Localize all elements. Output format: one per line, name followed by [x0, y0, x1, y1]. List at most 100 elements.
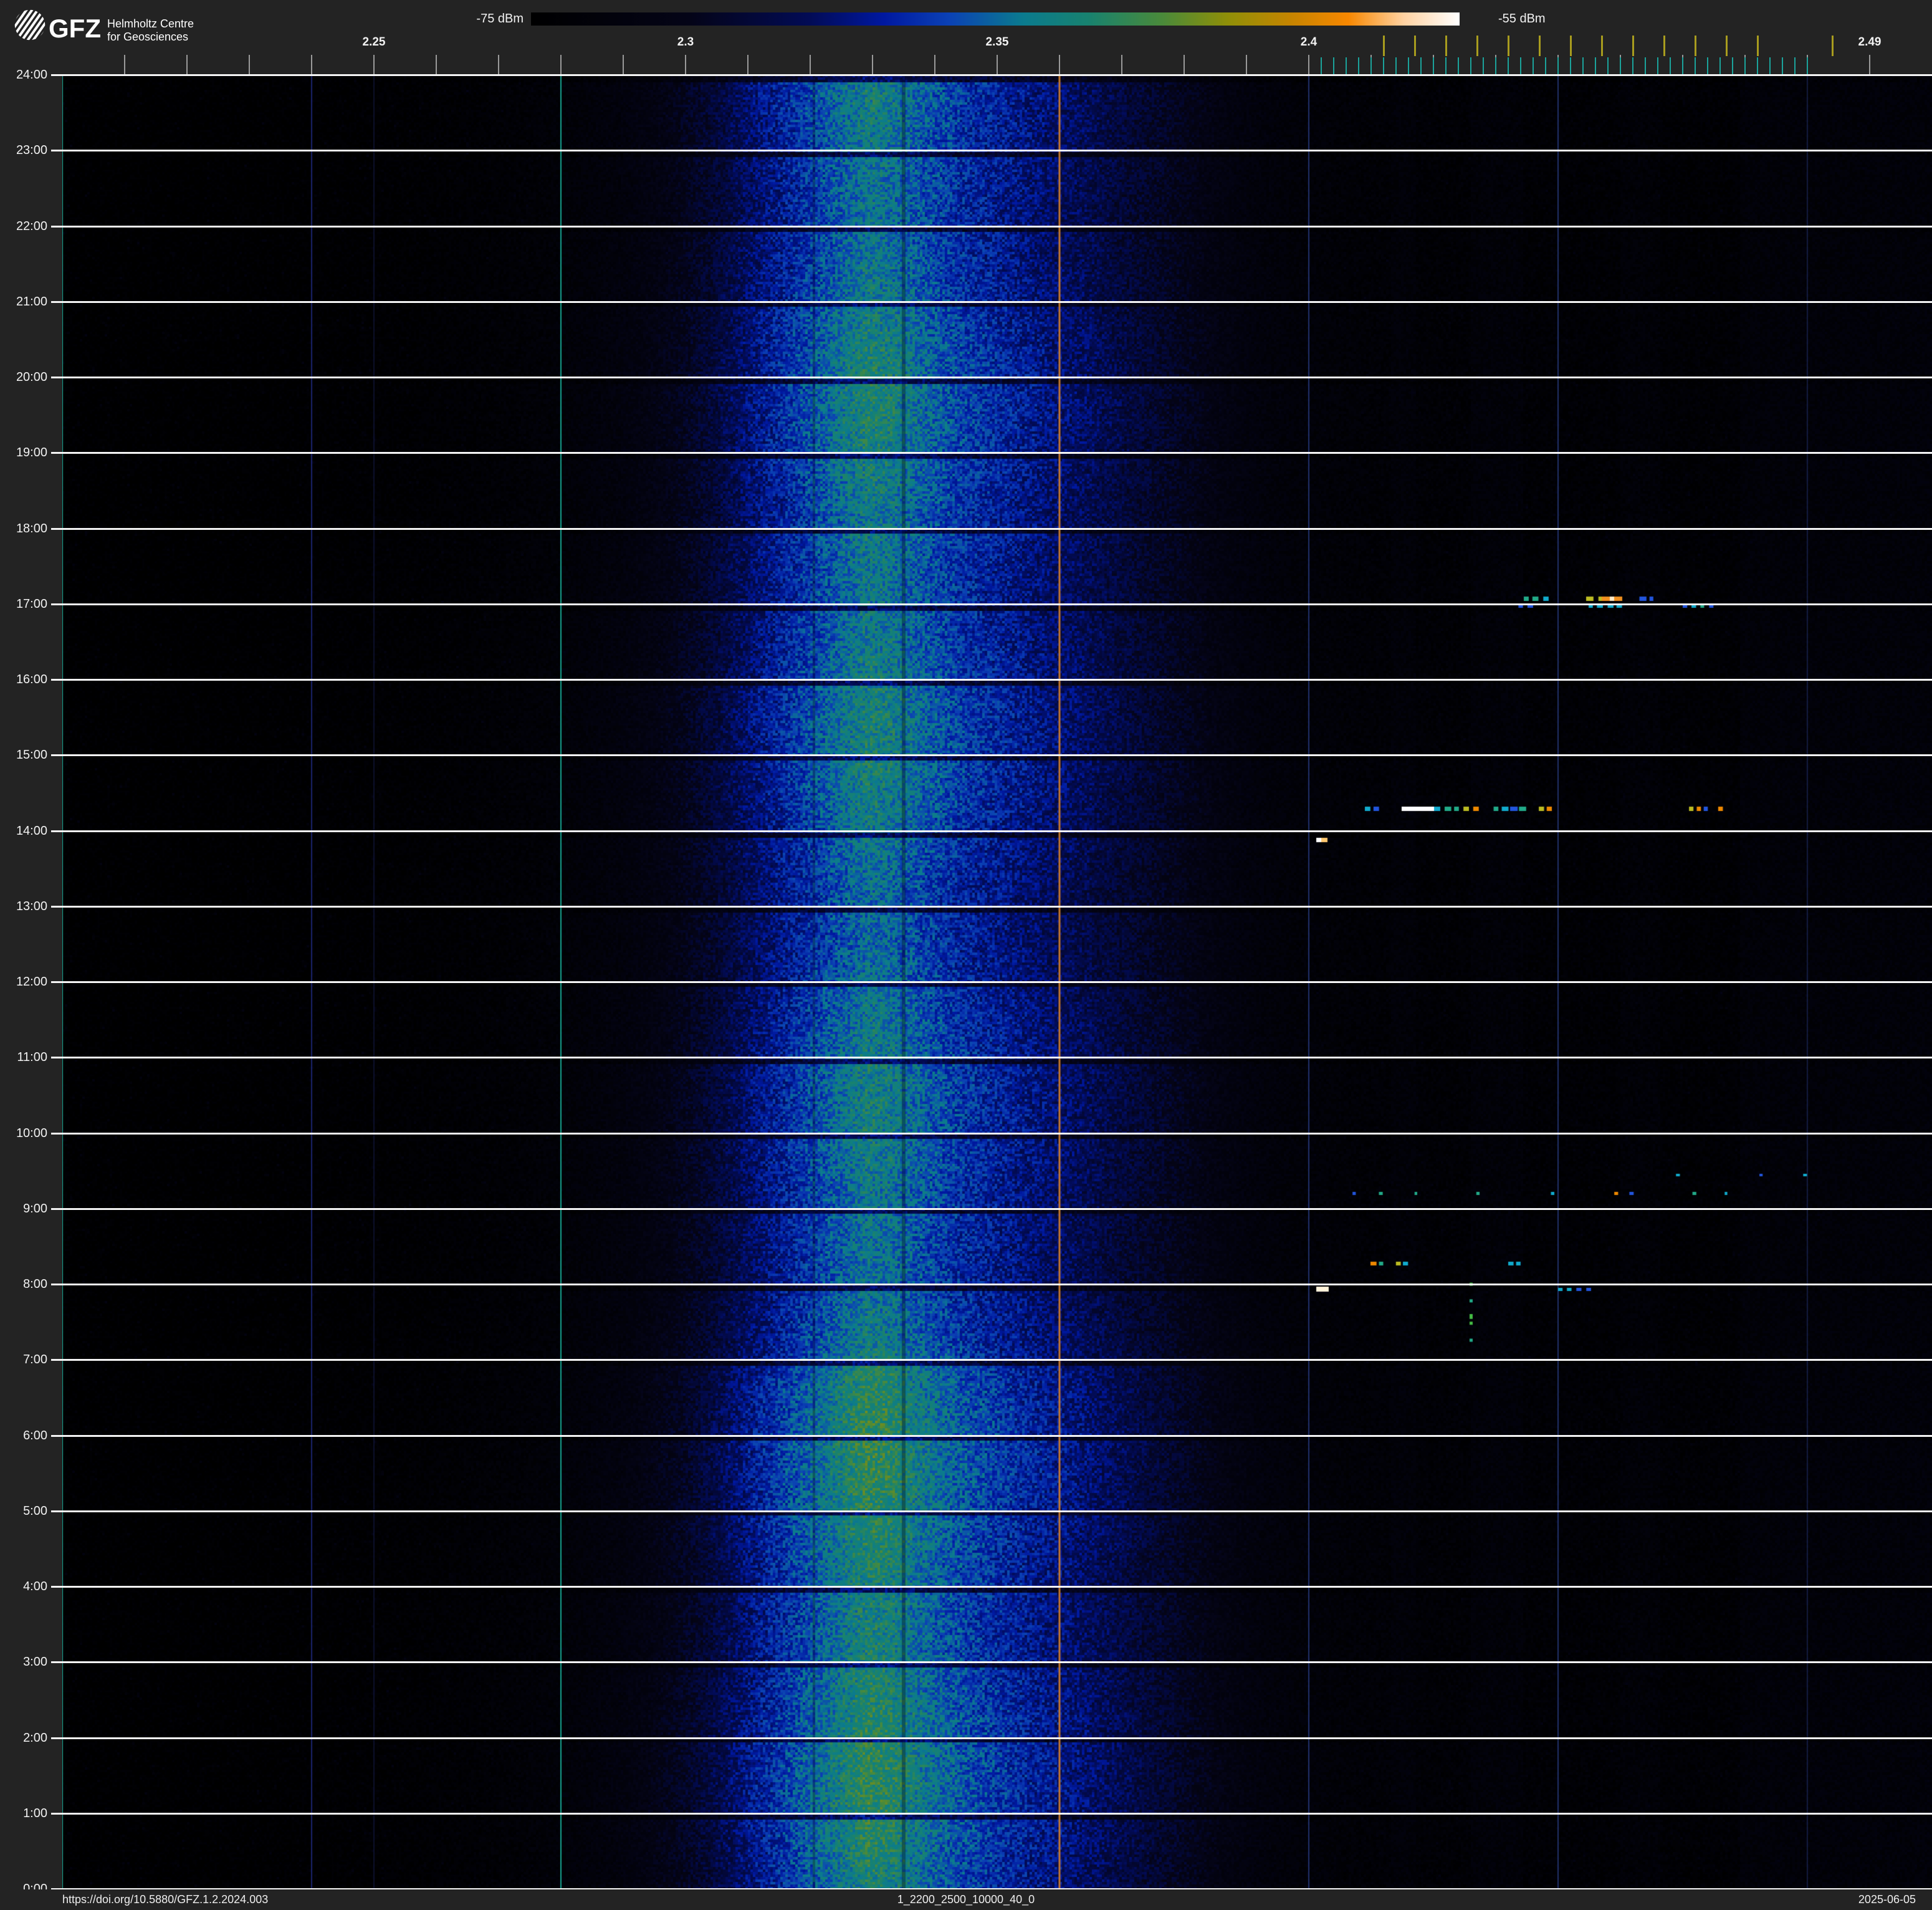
freq-minor-tick — [436, 55, 437, 75]
wifi-channel-tick — [1476, 36, 1478, 56]
hour-gridline — [51, 1661, 1932, 1664]
ble-channel-tick — [1358, 57, 1359, 75]
freq-minor-tick — [124, 55, 125, 75]
wifi-channel-tick — [1383, 36, 1385, 56]
hour-gridline — [51, 1359, 1932, 1361]
freq-minor-tick — [997, 55, 998, 75]
ble-channel-tick — [1508, 57, 1509, 75]
freq-tick-label: 2.35 — [985, 36, 1009, 49]
ble-channel-tick — [1582, 57, 1584, 75]
ble-channel-tick — [1346, 57, 1347, 75]
ble-channel-tick — [1557, 57, 1559, 75]
freq-minor-tick — [560, 55, 562, 75]
ble-channel-tick — [1383, 57, 1384, 75]
header-bar: GFZ Helmholtz Centre for Geosciences -75… — [0, 0, 1932, 75]
ble-channel-tick — [1470, 57, 1471, 75]
freq-tick-label: 2.49 — [1858, 36, 1882, 49]
hour-gridlines — [0, 74, 1932, 1890]
ble-channel-tick — [1495, 57, 1496, 75]
wifi-channel-tick — [1414, 36, 1416, 56]
wifi-channel-tick — [1695, 36, 1696, 56]
freq-minor-tick — [498, 55, 499, 75]
doi-link[interactable]: https://doi.org/10.5880/GFZ.1.2.2024.003 — [62, 1893, 268, 1906]
wifi-channel-tick — [1570, 36, 1572, 56]
freq-minor-tick — [1308, 55, 1309, 75]
ble-channel-tick — [1657, 57, 1658, 75]
wifi-channel-tick — [1663, 36, 1665, 56]
hour-gridline — [51, 1510, 1932, 1512]
freq-minor-tick — [810, 55, 811, 75]
hour-gridline — [51, 1737, 1932, 1739]
hour-gridline — [51, 603, 1932, 605]
ble-channel-tick — [1769, 57, 1771, 75]
date-label: 2025-06-05 — [1858, 1893, 1916, 1906]
ble-channel-tick — [1607, 57, 1609, 75]
ble-channel-tick — [1645, 57, 1646, 75]
freq-minor-tick — [1184, 55, 1185, 75]
wifi-channel-tick — [1726, 36, 1728, 56]
ble-channel-tick — [1670, 57, 1671, 75]
freq-minor-tick — [623, 55, 624, 75]
ble-channel-tick — [1445, 57, 1447, 75]
wifi-channel-tick — [1757, 36, 1759, 56]
ble-channel-tick — [1520, 57, 1521, 75]
hour-gridline — [51, 150, 1932, 152]
wifi-channel-tick — [1832, 36, 1834, 56]
ble-channel-tick — [1395, 57, 1397, 75]
ble-channel-tick — [1682, 57, 1683, 75]
ble-channel-tick — [1794, 57, 1796, 75]
hour-gridline — [51, 1132, 1932, 1135]
freq-minor-tick — [186, 55, 188, 75]
ble-channel-tick — [1707, 57, 1708, 75]
freq-minor-tick — [934, 55, 935, 75]
freq-minor-tick — [685, 55, 686, 75]
ble-channel-tick — [1757, 57, 1758, 75]
hour-gridline — [51, 452, 1932, 454]
ble-channel-tick — [1807, 57, 1808, 75]
hour-gridline — [51, 830, 1932, 832]
ble-channel-tick — [1620, 57, 1621, 75]
wifi-channel-tick — [1539, 36, 1541, 56]
ble-channel-tick — [1732, 57, 1733, 75]
ble-channel-tick — [1545, 57, 1546, 75]
ble-channel-tick — [1595, 57, 1596, 75]
freq-minor-tick — [872, 55, 873, 75]
hour-gridline — [51, 905, 1932, 908]
freq-minor-tick — [1121, 55, 1122, 75]
freq-minor-tick — [1869, 55, 1870, 75]
ble-channel-tick — [1483, 57, 1484, 75]
hour-gridline — [51, 300, 1932, 303]
frequency-axis: 2.25 2.3 2.35 2.4 2.49 — [0, 0, 1932, 75]
wifi-channel-tick — [1632, 36, 1634, 56]
hour-gridline — [51, 74, 1932, 76]
freq-minor-tick — [747, 55, 748, 75]
footer-bar: 1_2200_2500_10000_40_0 https://doi.org/1… — [0, 1889, 1932, 1910]
freq-minor-tick — [249, 55, 250, 75]
ble-channel-tick — [1333, 57, 1334, 75]
ble-channel-tick — [1433, 57, 1434, 75]
wifi-channel-tick — [1601, 36, 1603, 56]
spectrogram-plot-area: 24:00 23:00 22:00 21:00 20:00 19:00 18:00 17:00… — [0, 68, 1932, 1896]
freq-tick-label: 2.25 — [362, 36, 386, 49]
wifi-channel-tick — [1445, 36, 1447, 56]
hour-gridline — [51, 377, 1932, 378]
hour-gridline — [51, 527, 1932, 530]
wifi-channel-tick — [1508, 36, 1509, 56]
ble-channel-tick — [1408, 57, 1409, 75]
hour-gridline — [51, 225, 1932, 228]
ble-channel-tick — [1744, 57, 1746, 75]
freq-minor-tick — [1246, 55, 1247, 75]
spectrogram-page: GFZ Helmholtz Centre for Geosciences -75… — [0, 0, 1932, 1910]
ble-channel-tick — [1719, 57, 1721, 75]
hour-gridline — [51, 1434, 1932, 1437]
dataset-id: 1_2200_2500_10000_40_0 — [897, 1893, 1035, 1906]
hour-gridline — [51, 981, 1932, 983]
ble-channel-tick — [1420, 57, 1422, 75]
ble-channel-tick — [1695, 57, 1696, 75]
hour-gridline — [51, 1284, 1932, 1285]
hour-gridline — [51, 679, 1932, 681]
freq-minor-tick — [311, 55, 312, 75]
freq-minor-tick — [1059, 55, 1060, 75]
hour-gridline — [51, 1586, 1932, 1588]
hour-gridline — [51, 754, 1932, 757]
